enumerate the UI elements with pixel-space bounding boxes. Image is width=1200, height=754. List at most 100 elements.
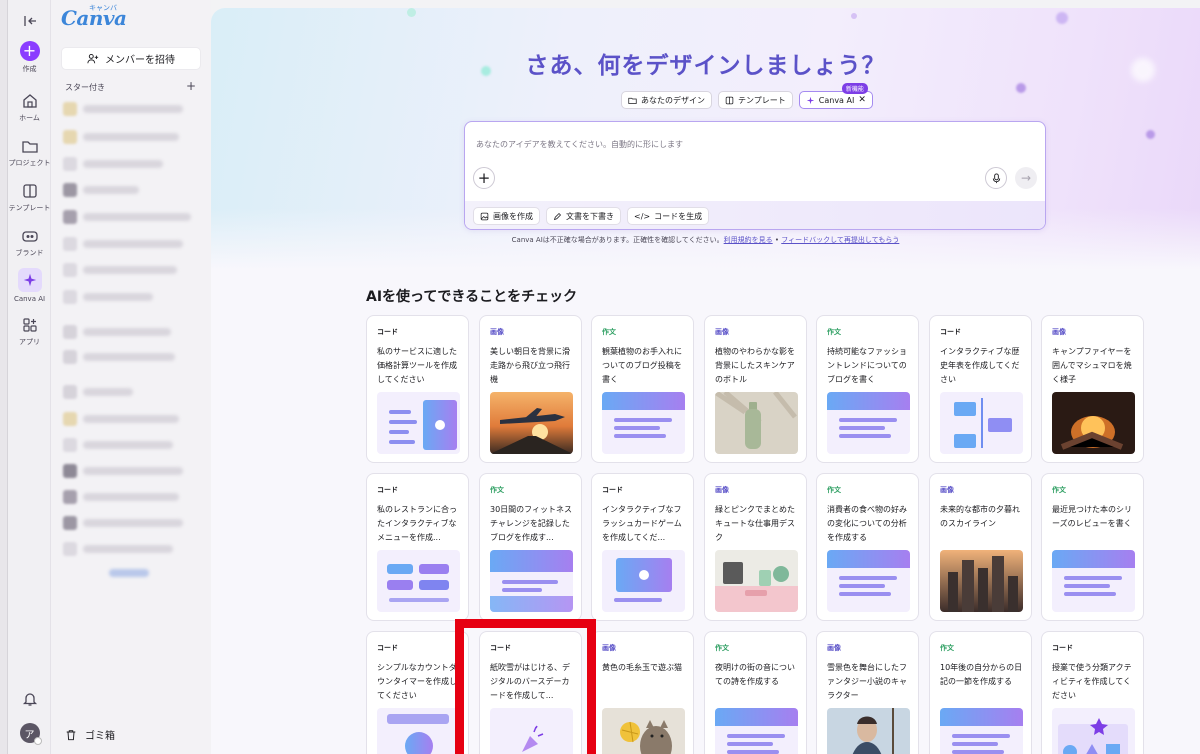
create-image-button[interactable]: 画像を作成 [473,207,540,225]
invite-label: メンバーを招待 [105,55,175,66]
starred-item-redacted[interactable] [63,237,183,251]
apps-icon [22,318,37,332]
card-description: 消費者の食べ物の好みの変化についての分析を作成する [827,505,907,542]
page-title: さあ、何をデザインしましょう？ [525,53,886,79]
rail-brand[interactable]: ブランド [8,227,51,258]
close-icon[interactable]: ✕ [858,95,866,105]
card-description: 10年後の自分からの日記の一節を作成する [940,663,1023,686]
send-button[interactable]: → [1015,167,1037,189]
canva-logo[interactable]: Canva キャンバ [61,4,127,30]
card-description: 授業で使う分類アクティビティを作成してください [1052,663,1132,700]
starred-item-redacted[interactable] [63,385,133,399]
add-starred-button[interactable]: + [186,79,196,93]
starred-item-redacted[interactable] [63,464,183,478]
chip-templates[interactable]: テンプレート [718,91,793,109]
card-category: 作文 [490,486,504,494]
sparkle-dot [851,13,857,19]
card-thumbnail [715,708,798,754]
suggestion-card[interactable]: 作文 夜明けの街の音についての詩を作成する [704,631,807,754]
item-icon [63,130,77,144]
starred-item-redacted[interactable] [63,350,175,364]
prompt-tools: 画像を作成 文書を下書き </> コードを生成 [465,201,1045,229]
card-description: 植物のやわらかな影を背景にしたスキンケアのボトル [715,347,795,384]
starred-item-redacted[interactable] [63,130,179,144]
suggestion-card[interactable]: コード インタラクティブなフラッシュカードゲームを作成してくだ... [591,473,694,621]
starred-item-redacted[interactable] [63,542,173,556]
starred-item-redacted[interactable] [63,102,183,116]
account-button[interactable]: ア [8,723,51,745]
item-icon [63,157,77,171]
prompt-input[interactable]: あなたのアイデアを教えてください。自動的に形にします [476,139,683,150]
invite-members-button[interactable]: メンバーを招待 [61,47,201,70]
collapse-panel-button[interactable] [8,12,51,30]
card-description: 最近見つけた本のシリーズのレビューを書く [1052,505,1132,528]
generate-code-button[interactable]: </> コードを生成 [627,207,710,225]
starred-item-redacted[interactable] [63,438,173,452]
suggestion-card[interactable]: 作文 観葉植物のお手入れについてのブログ投稿を書く [591,315,694,463]
suggestion-card[interactable]: 作文 10年後の自分からの日記の一節を作成する [929,631,1032,754]
section-title: AIを使ってできることをチェック [366,289,578,305]
suggestion-card[interactable]: 画像 植物のやわらかな影を背景にしたスキンケアのボトル [704,315,807,463]
starred-item-redacted[interactable] [63,412,179,426]
disclaimer-sep: • [772,236,782,244]
card-category: 画像 [602,644,616,652]
code-icon: </> [634,211,651,221]
starred-item-redacted[interactable] [63,490,179,504]
terms-link[interactable]: 利用規約を見る [724,236,773,244]
suggestion-card[interactable]: 作文 消費者の食べ物の好みの変化についての分析を作成する [816,473,919,621]
prompt-box[interactable]: あなたのアイデアを教えてください。自動的に形にします + → 画像を作成 文書を… [464,121,1046,230]
show-more-redacted[interactable] [109,566,149,580]
starred-item-redacted[interactable] [63,210,191,224]
draft-doc-button[interactable]: 文書を下書き [546,207,621,225]
card-thumbnail [827,392,910,454]
starred-item-redacted[interactable] [63,157,163,171]
suggestion-card[interactable]: コード 私のサービスに適した価格計算ツールを作成してください [366,315,469,463]
add-people-icon [87,53,99,63]
rail-projects-label: プロジェクト [8,159,51,167]
card-thumbnail [602,708,685,754]
rail-projects[interactable]: プロジェクト [8,137,51,168]
suggestion-card[interactable]: 作文 30日間のフィットネスチャレンジを記録したブログを作成す... [479,473,582,621]
suggestion-card[interactable]: 画像 未来的な都市の夕暮れのスカイライン [929,473,1032,621]
card-thumbnail [602,550,685,612]
suggestion-card[interactable]: コード 授業で使う分類アクティビティを作成してください [1041,631,1144,754]
starred-item-redacted[interactable] [63,290,153,304]
rail-create[interactable]: + 作成 [8,41,51,74]
avatar: ア [19,723,42,745]
starred-item-redacted[interactable] [63,183,139,197]
suggestion-card[interactable]: 作文 最近見つけた本のシリーズのレビューを書く [1041,473,1144,621]
item-icon [63,183,77,197]
rail-create-label: 作成 [22,65,37,73]
suggestion-card[interactable]: 画像 雪景色を舞台にしたファンタジー小説のキャラクター [816,631,919,754]
suggestion-card[interactable]: コード シンプルなカウントダウンタイマーを作成してください [366,631,469,754]
notifications-button[interactable] [8,690,51,708]
disclaimer: Canva AIは不正確な場合があります。正確性を確認してください。利用規約を見… [211,235,1200,245]
add-attachment-button[interactable]: + [473,167,495,189]
feedback-link[interactable]: フィードバックして再提出してもらう [781,236,899,244]
suggestion-card[interactable]: 作文 持続可能なファッショントレンドについてのブログを書く [816,315,919,463]
chip-your-designs[interactable]: あなたのデザイン [621,91,712,109]
card-thumbnail [715,392,798,454]
suggestion-card[interactable]: コード 私のレストランに合ったインタラクティブなメニューを作成... [366,473,469,621]
suggestion-card[interactable]: コード インタラクティブな歴史年表を作成してください [929,315,1032,463]
voice-input-button[interactable] [985,167,1007,189]
rail-apps[interactable]: アプリ [8,316,51,347]
rail-canva-ai[interactable]: Canva AI [8,268,51,303]
starred-item-redacted[interactable] [63,516,183,530]
trash-button[interactable]: ゴミ箱 [65,727,115,742]
chip-canva-ai[interactable]: Canva AI ✕ 新機能 [798,83,873,109]
suggestion-card[interactable]: 画像 美しい朝日を背景に滑走路から飛び立つ飛行機 [479,315,582,463]
rail-home[interactable]: ホーム [8,92,51,123]
card-category: 作文 [602,328,616,336]
suggestion-card[interactable]: 画像 黄色の毛糸玉で遊ぶ猫 [591,631,694,754]
starred-item-redacted[interactable] [63,325,171,339]
card-thumbnail [940,392,1023,454]
card-description: 私のレストランに合ったインタラクティブなメニューを作成... [377,505,457,542]
rail-templates[interactable]: テンプレート [8,182,51,213]
item-label-redacted [83,105,183,113]
suggestion-card[interactable]: 画像 キャンプファイヤーを囲んでマシュマロを焼く様子 [1041,315,1144,463]
avatar-initial: ア [24,729,35,741]
starred-item-redacted[interactable] [63,263,177,277]
tool-label: 画像を作成 [493,211,533,221]
suggestion-card[interactable]: 画像 緑とピンクでまとめたキュートな仕事用デスク [704,473,807,621]
